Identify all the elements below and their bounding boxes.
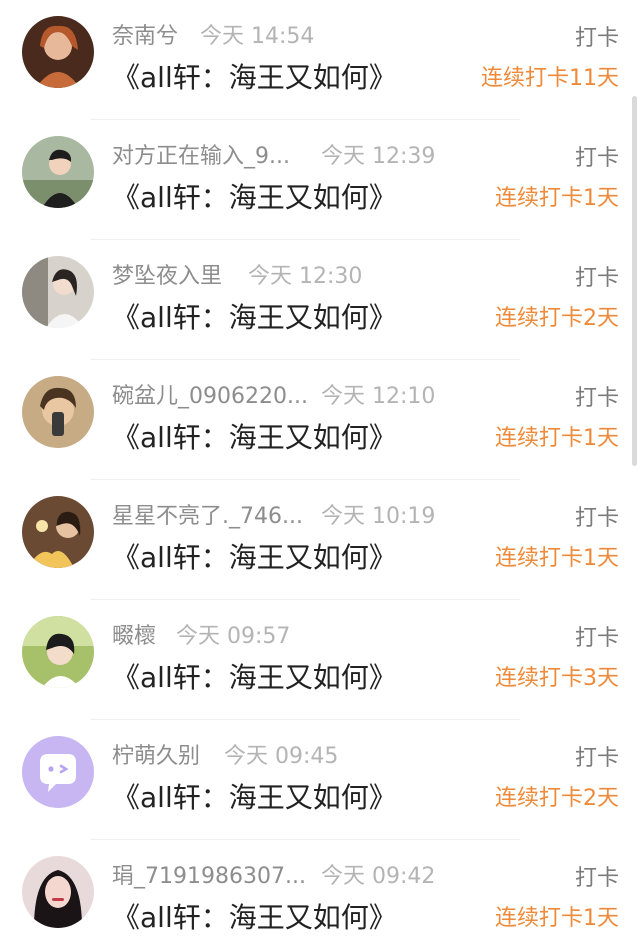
post-time: 今天 10:19 <box>321 504 436 529</box>
post-time: 今天 09:57 <box>176 624 291 649</box>
checkin-label: 打卡 <box>574 866 619 891</box>
streak-count: 连续打卡1天 <box>495 546 619 571</box>
user-name[interactable]: 梦坠夜入里 <box>112 258 222 290</box>
user-name[interactable]: 琄_7191986307... <box>112 858 306 890</box>
book-title[interactable]: 《all轩：海王又如何》 <box>112 56 397 96</box>
post-time: 今天 12:30 <box>248 264 363 289</box>
streak-count: 连续打卡3天 <box>495 666 619 691</box>
book-title[interactable]: 《all轩：海王又如何》 <box>112 296 397 336</box>
feed-row[interactable]: 畷櫰 今天 09:57 《all轩：海王又如何》 打卡 连续打卡3天 <box>0 600 640 720</box>
post-time: 今天 12:10 <box>321 384 436 409</box>
checkin-label: 打卡 <box>574 746 619 771</box>
checkin-label: 打卡 <box>574 626 619 651</box>
user-name[interactable]: 畷櫰 <box>112 618 156 650</box>
checkin-label: 打卡 <box>574 26 619 51</box>
streak-count: 连续打卡1天 <box>495 186 619 211</box>
user-name[interactable]: 柠萌久别 <box>112 738 200 770</box>
avatar[interactable] <box>22 136 94 208</box>
book-title[interactable]: 《all轩：海王又如何》 <box>112 776 397 816</box>
checkin-feed: 奈南兮 今天 14:54 《all轩：海王又如何》 打卡 连续打卡11天 对方正… <box>0 0 640 943</box>
user-name[interactable]: 奈南兮 <box>112 18 178 50</box>
feed-row[interactable]: 对方正在输入_9... 今天 12:39 《all轩：海王又如何》 打卡 连续打… <box>0 120 640 240</box>
feed-row[interactable]: 星星不亮了._746... 今天 10:19 《all轩：海王又如何》 打卡 连… <box>0 480 640 600</box>
book-title[interactable]: 《all轩：海王又如何》 <box>112 656 397 696</box>
book-title[interactable]: 《all轩：海王又如何》 <box>112 536 397 576</box>
streak-count: 连续打卡2天 <box>495 786 619 811</box>
scrollbar[interactable] <box>632 96 637 466</box>
checkin-label: 打卡 <box>574 386 619 411</box>
post-time: 今天 14:54 <box>200 24 315 49</box>
avatar[interactable] <box>22 616 94 688</box>
book-title[interactable]: 《all轩：海王又如何》 <box>112 176 397 216</box>
user-name[interactable]: 星星不亮了._746... <box>112 498 303 530</box>
avatar[interactable] <box>22 376 94 448</box>
avatar[interactable] <box>22 856 94 928</box>
avatar[interactable] <box>22 496 94 568</box>
streak-count: 连续打卡1天 <box>495 906 619 931</box>
post-time: 今天 12:39 <box>321 144 436 169</box>
checkin-label: 打卡 <box>574 146 619 171</box>
streak-count: 连续打卡2天 <box>495 306 619 331</box>
checkin-label: 打卡 <box>574 266 619 291</box>
book-title[interactable]: 《all轩：海王又如何》 <box>112 416 397 456</box>
feed-row[interactable]: 奈南兮 今天 14:54 《all轩：海王又如何》 打卡 连续打卡11天 <box>0 0 640 120</box>
streak-count: 连续打卡1天 <box>495 426 619 451</box>
checkin-label: 打卡 <box>574 506 619 531</box>
avatar[interactable] <box>22 16 94 88</box>
user-name[interactable]: 对方正在输入_9... <box>112 138 290 170</box>
feed-row[interactable]: 琄_7191986307... 今天 09:42 《all轩：海王又如何》 打卡… <box>0 840 640 943</box>
user-name[interactable]: 碗盆儿_0906220... <box>112 378 308 410</box>
streak-count: 连续打卡11天 <box>481 66 619 91</box>
feed-row[interactable]: 梦坠夜入里 今天 12:30 《all轩：海王又如何》 打卡 连续打卡2天 <box>0 240 640 360</box>
avatar[interactable] <box>22 256 94 328</box>
book-title[interactable]: 《all轩：海王又如何》 <box>112 896 397 936</box>
chat-bubble-face-icon[interactable] <box>22 736 94 808</box>
feed-row[interactable]: 碗盆儿_0906220... 今天 12:10 《all轩：海王又如何》 打卡 … <box>0 360 640 480</box>
feed-row[interactable]: 柠萌久别 今天 09:45 《all轩：海王又如何》 打卡 连续打卡2天 <box>0 720 640 840</box>
post-time: 今天 09:45 <box>224 744 339 769</box>
post-time: 今天 09:42 <box>321 864 436 889</box>
